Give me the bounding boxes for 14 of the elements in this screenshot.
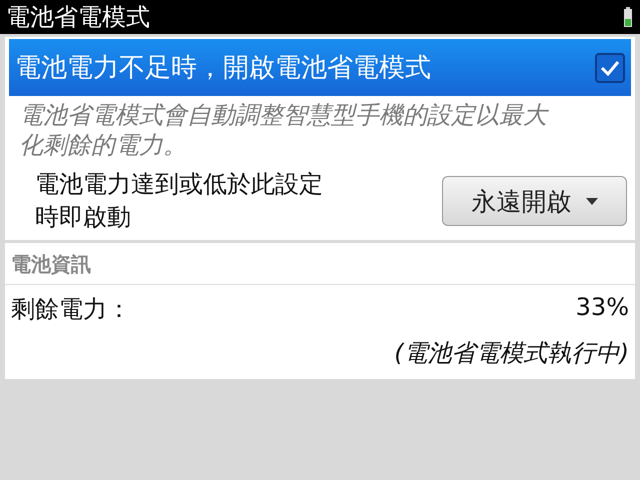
- caret-icon: [586, 198, 598, 204]
- checkbox[interactable]: [595, 52, 625, 82]
- description-text: 電池省電模式會自動調整智慧型手機的設定以最大化剩餘的電力。: [18, 100, 550, 160]
- trigger-label: 電池電力達到或低於此設定時即啟動: [35, 169, 324, 233]
- setting-row[interactable]: 電池電力不足時，開啟電池省電模式: [9, 39, 631, 96]
- battery-icon: [624, 7, 632, 27]
- window-title: 電池省電模式: [6, 2, 150, 33]
- setting-label: 電池電力不足時，開啟電池省電模式: [15, 52, 431, 85]
- remaining-value: 33%: [576, 293, 629, 323]
- section-heading: 電池資訊: [5, 243, 635, 285]
- status-text: (電池省電模式執行中): [394, 338, 630, 369]
- dropdown-button[interactable]: 永遠開啟: [442, 176, 627, 226]
- checkmark-icon: [600, 60, 620, 76]
- remaining-label: 剩餘電力：: [11, 294, 131, 325]
